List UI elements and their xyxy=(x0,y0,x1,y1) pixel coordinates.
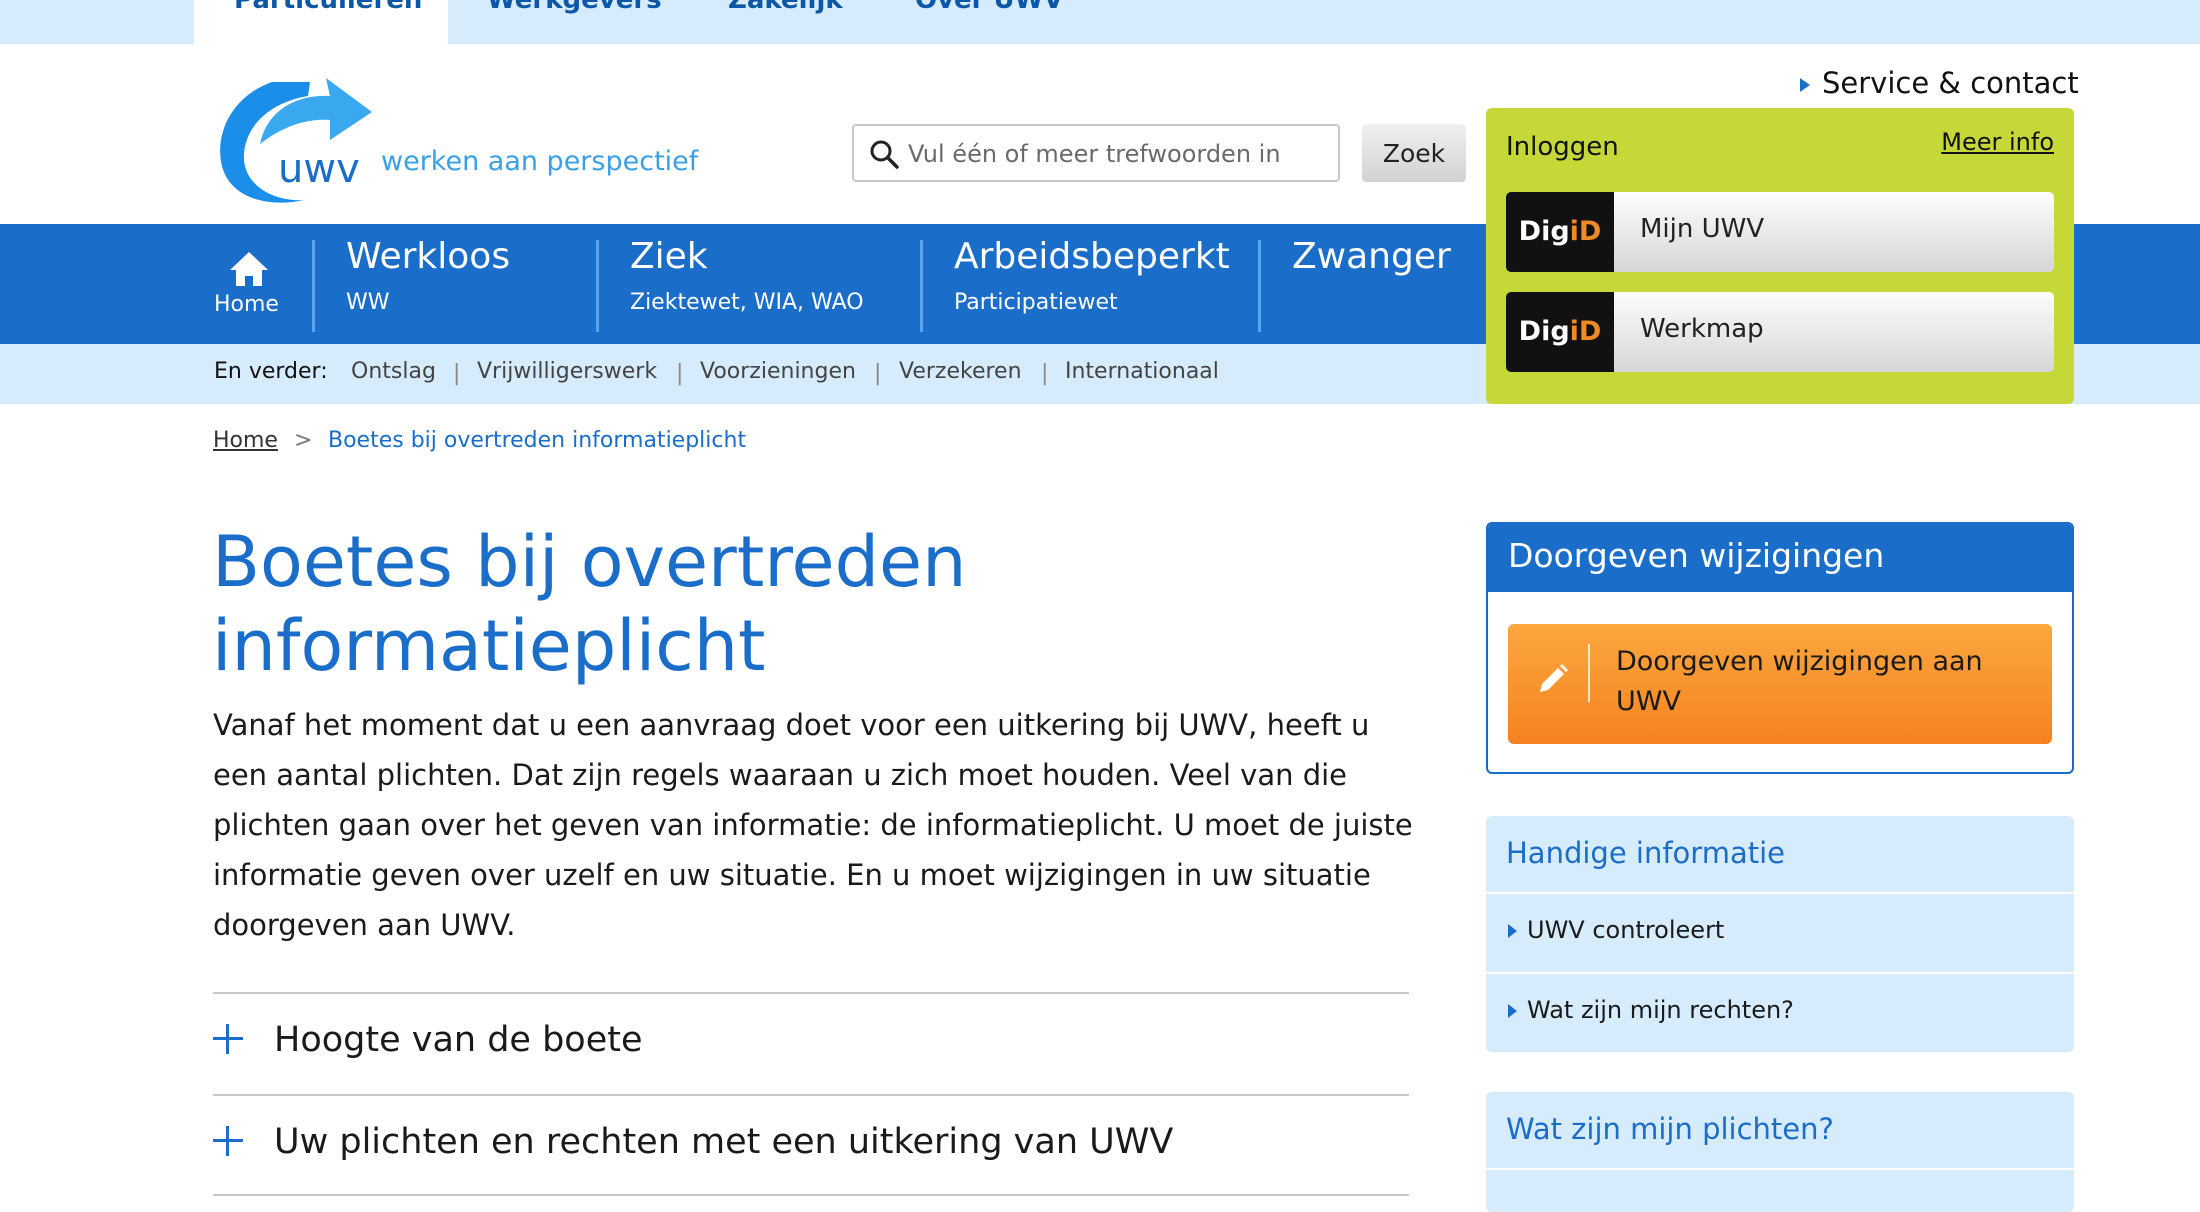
link-uwv-controleert[interactable]: UWV controleert xyxy=(1508,916,1724,944)
divider xyxy=(1486,1168,2074,1170)
button-divider xyxy=(1588,644,1590,702)
login-more-info-link[interactable]: Meer info xyxy=(1941,128,2054,156)
service-contact-link[interactable]: Service & contact xyxy=(1800,66,2079,100)
nav-divider xyxy=(1258,240,1261,332)
handige-informatie-heading: Handige informatie xyxy=(1506,836,1785,870)
plichten-heading: Wat zijn mijn plichten? xyxy=(1506,1112,1834,1146)
mijn-uwv-login-button[interactable]: DigiD Mijn UWV xyxy=(1506,192,2054,272)
doorgeven-wijzigingen-box: Doorgeven wijzigingen Doorgeven wijzigin… xyxy=(1486,522,2074,774)
wat-zijn-mijn-plichten-box: Wat zijn mijn plichten? xyxy=(1486,1092,2074,1212)
divider xyxy=(1486,972,2074,974)
nav-divider xyxy=(312,240,315,332)
nav-ziek[interactable]: Ziek Ziektewet, WIA, WAO xyxy=(630,224,910,344)
breadcrumb-separator: > xyxy=(294,428,313,453)
doorgeven-wijzigingen-button[interactable]: Doorgeven wijzigingen aan UWV xyxy=(1508,624,2052,744)
werkmap-login-button[interactable]: DigiD Werkmap xyxy=(1506,292,2054,372)
tab-zakelijk[interactable]: Zakelijk xyxy=(728,0,843,44)
nav-divider xyxy=(920,240,923,332)
pencil-icon xyxy=(1540,664,1568,692)
triangle-right-icon xyxy=(1508,1004,1517,1018)
search-button[interactable]: Zoek xyxy=(1362,124,1466,182)
intro-paragraph: Vanaf het moment dat u een aanvraag doet… xyxy=(213,708,1413,942)
tab-werkgevers[interactable]: Werkgevers xyxy=(487,0,662,44)
subnav-divider: | xyxy=(676,361,684,386)
subnav-label: En verder: xyxy=(214,359,328,384)
search-input[interactable] xyxy=(906,132,1330,176)
plus-icon xyxy=(213,1126,243,1156)
audience-tabs: Particulieren Werkgevers Zakelijk Over U… xyxy=(0,0,2200,44)
search-icon xyxy=(870,140,899,169)
subnav-internationaal[interactable]: Internationaal xyxy=(1065,359,1219,384)
login-panel: Inloggen Meer info DigiD Mijn UWV DigiD … xyxy=(1486,108,2074,404)
subnav-voorzieningen[interactable]: Voorzieningen xyxy=(700,359,856,384)
nav-home[interactable]: Home xyxy=(214,224,286,344)
svg-text:uwv: uwv xyxy=(278,146,360,192)
subnav-divider: | xyxy=(874,361,882,386)
subnav-divider: | xyxy=(453,361,461,386)
digid-logo: DigiD xyxy=(1506,192,1614,272)
nav-divider xyxy=(596,240,599,332)
breadcrumb-current: Boetes bij overtreden informatieplicht xyxy=(328,428,747,453)
link-wat-zijn-mijn-rechten[interactable]: Wat zijn mijn rechten? xyxy=(1508,996,1794,1024)
tab-over-uwv[interactable]: Over UWV xyxy=(915,0,1063,44)
handige-informatie-box: Handige informatie UWV controleert Wat z… xyxy=(1486,816,2074,1052)
login-title: Inloggen xyxy=(1506,132,1619,162)
digid-logo: DigiD xyxy=(1506,292,1614,372)
tab-particulieren[interactable]: Particulieren xyxy=(194,0,448,44)
subnav-vrijwilligerswerk[interactable]: Vrijwilligerswerk xyxy=(477,359,657,384)
uwv-logo-mark: uwv xyxy=(220,78,372,203)
divider xyxy=(1486,892,2074,894)
accordion-item-plichten-rechten[interactable]: Uw plichten en rechten met een uitkering… xyxy=(213,1094,1409,1196)
divider xyxy=(213,1194,1409,1196)
nav-arbeidsbeperkt[interactable]: Arbeidsbeperkt Participatiewet xyxy=(954,224,1244,344)
triangle-right-icon xyxy=(1800,78,1810,92)
plus-icon xyxy=(213,1024,243,1054)
nav-werkloos[interactable]: Werkloos WW xyxy=(346,224,576,344)
search-box xyxy=(852,124,1340,182)
home-icon xyxy=(230,252,268,286)
nav-zwanger[interactable]: Zwanger xyxy=(1292,224,1482,344)
subnav-ontslag[interactable]: Ontslag xyxy=(351,359,436,384)
uwv-logo[interactable]: uwv xyxy=(212,74,372,206)
tagline: werken aan perspectief xyxy=(381,146,699,177)
doorgeven-heading: Doorgeven wijzigingen xyxy=(1488,524,2072,592)
triangle-right-icon xyxy=(1508,924,1517,938)
accordion-item-hoogte-boete[interactable]: Hoogte van de boete xyxy=(213,992,1409,1094)
page-title: Boetes bij overtreden informatieplicht xyxy=(212,521,967,687)
breadcrumb-home-link[interactable]: Home xyxy=(213,428,278,453)
subnav-verzekeren[interactable]: Verzekeren xyxy=(899,359,1022,384)
subnav-divider: | xyxy=(1041,361,1049,386)
